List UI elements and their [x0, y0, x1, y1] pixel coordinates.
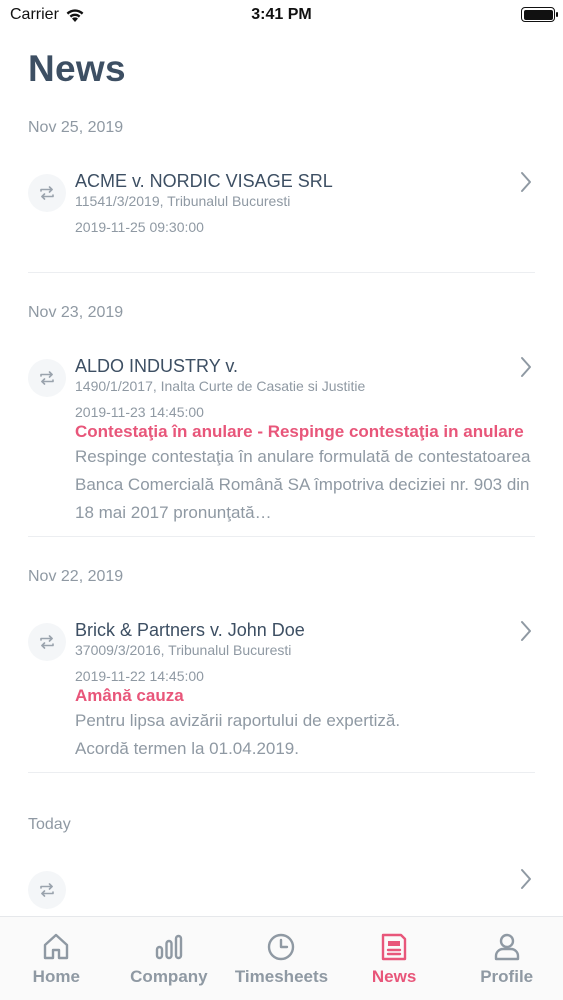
repeat-icon — [28, 871, 66, 909]
case-number: 11541/3/2019, Tribunalul Bucuresti — [75, 193, 291, 209]
news-section: Nov 22, 2019 Brick & Partners v. John Do… — [0, 549, 563, 773]
case-time: 2019-11-25 09:30:00 — [75, 219, 204, 235]
chevron-right-icon — [521, 357, 531, 377]
case-title: ALDO INDUSTRY v. — [75, 356, 239, 376]
newspaper-icon — [381, 933, 407, 961]
repeat-icon — [28, 359, 66, 397]
user-icon — [494, 933, 519, 961]
case-status: Contestaţia în anulare - Respinge contes… — [75, 422, 524, 441]
tab-label: News — [371, 967, 417, 986]
status-bar: Carrier 3:41 PM — [0, 0, 563, 30]
tab-news[interactable]: News — [338, 917, 451, 1000]
status-time: 3:41 PM — [251, 6, 312, 23]
battery-icon — [521, 7, 558, 22]
news-section: Nov 25, 2019 ACME v. NORDIC VISAGE SRL 1… — [0, 100, 563, 273]
news-item[interactable]: ACME v. NORDIC VISAGE SRL 11541/3/2019, … — [28, 156, 535, 273]
case-title: Brick & Partners v. John Doe — [75, 620, 305, 640]
chevron-right-icon — [521, 621, 531, 641]
section-date: Nov 23, 2019 — [28, 304, 124, 321]
case-title: ACME v. NORDIC VISAGE SRL — [75, 171, 333, 191]
news-section: Nov 23, 2019 ALDO INDUSTRY v. 1490/1/201… — [0, 285, 563, 537]
tab-timesheets[interactable]: Timesheets — [225, 917, 338, 1000]
case-description: Respinge contestaţia în anulare formulat… — [75, 447, 531, 522]
chevron-right-icon — [521, 172, 531, 192]
bar-chart-icon — [155, 934, 183, 960]
section-date: Today — [28, 816, 71, 833]
case-time: 2019-11-22 14:45:00 — [75, 668, 204, 684]
case-time: 2019-11-23 14:45:00 — [75, 404, 204, 420]
repeat-icon — [28, 623, 66, 661]
section-date: Nov 22, 2019 — [28, 568, 124, 585]
news-feed[interactable]: Nov 25, 2019 ACME v. NORDIC VISAGE SRL 1… — [0, 100, 563, 916]
section-date: Nov 25, 2019 — [28, 119, 124, 136]
repeat-icon — [28, 174, 66, 212]
case-number: 37009/3/2016, Tribunalul Bucuresti — [75, 642, 292, 658]
tab-home[interactable]: Home — [0, 917, 113, 1000]
case-description: Pentru lipsa avizării raportului de expe… — [75, 711, 401, 758]
news-item[interactable] — [28, 853, 535, 916]
case-number: 1490/1/2017, Inalta Curte de Casatie si … — [75, 378, 366, 394]
tab-profile[interactable]: Profile — [450, 917, 563, 1000]
tab-company[interactable]: Company — [113, 917, 226, 1000]
tab-bar: Home Company Timesheets News Profile — [0, 916, 563, 1000]
tab-label: Home — [32, 967, 80, 986]
page-title: News — [28, 48, 126, 89]
news-section: Today — [0, 797, 563, 916]
chevron-right-icon — [521, 869, 531, 889]
news-item[interactable]: ALDO INDUSTRY v. 1490/1/2017, Inalta Cur… — [28, 341, 535, 537]
tab-label: Profile — [480, 967, 534, 986]
clock-icon — [268, 933, 295, 961]
case-status: Amână cauza — [75, 686, 184, 705]
home-icon — [44, 933, 69, 960]
news-item[interactable]: Brick & Partners v. John Doe 37009/3/201… — [28, 605, 535, 773]
tab-label: Timesheets — [234, 967, 329, 986]
tab-label: Company — [130, 967, 208, 986]
